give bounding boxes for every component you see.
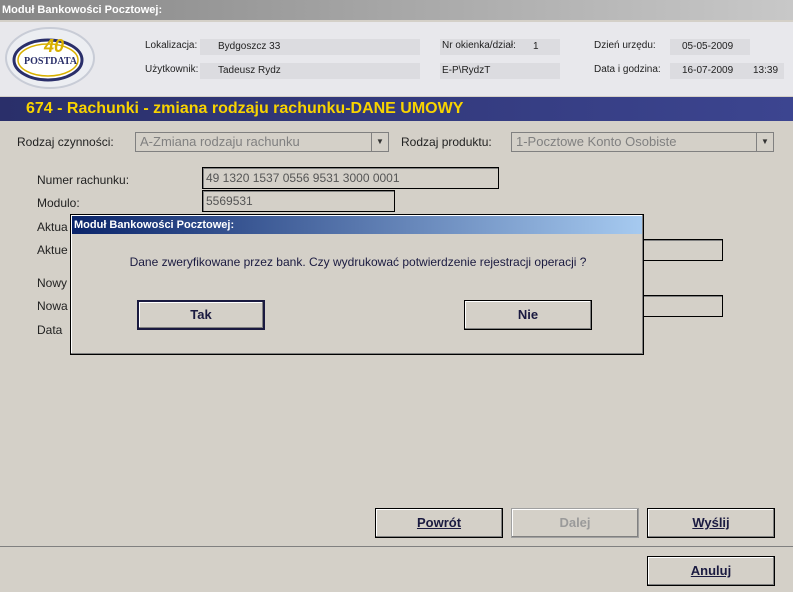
uzytkownik-value: Tadeusz Rydz (218, 65, 281, 76)
logo-number: 40 (44, 36, 65, 56)
nowy-label: Nowy (37, 276, 68, 290)
rodzaj-czynnosci-value: A-Zmiana rodzaju rachunku (140, 134, 300, 149)
dialog-titlebar[interactable]: Moduł Bankowości Pocztowej: (72, 216, 642, 234)
rodzaj-czynnosci-label: Rodzaj czynności: (17, 135, 114, 149)
dzien-value: 05-05-2009 (682, 41, 734, 52)
okienko-label: Nr okienka/dział: (442, 40, 516, 51)
rodzaj-czynnosci-select[interactable]: A-Zmiana rodzaju rachunku ▼ (135, 132, 389, 152)
footer-separator (0, 546, 793, 547)
section-title: 674 - Rachunki - zmiana rodzaju rachunku… (0, 97, 793, 121)
tak-button[interactable]: Tak (137, 300, 265, 330)
header-info-panel: Lokalizacja: Bydgoszcz 33 Nr okienka/dzi… (130, 30, 790, 84)
data-godzina-label: Data i godzina: (594, 64, 661, 75)
uzytkownik-label: Użytkownik: (145, 64, 199, 75)
rodzaj-produktu-select[interactable]: 1-Pocztowe Konto Osobiste ▼ (511, 132, 774, 152)
app-header: 40 POSTDATA Lokalizacja: Bydgoszcz 33 Nr… (0, 22, 793, 96)
dzien-label: Dzień urzędu: (594, 40, 656, 51)
rodzaj-produktu-value: 1-Pocztowe Konto Osobiste (516, 134, 677, 149)
powrot-button[interactable]: Powrót (375, 508, 503, 538)
dalej-button[interactable]: Dalej (511, 508, 639, 538)
wyslij-label: Wyślij (692, 515, 730, 530)
data-label: Data (37, 323, 63, 337)
okienko-value: 1 (533, 41, 539, 52)
rodzaj-produktu-label: Rodzaj produktu: (401, 135, 492, 149)
aktualny-rodzaj-label: Aktua (37, 220, 68, 234)
nie-button[interactable]: Nie (464, 300, 592, 330)
numer-rachunku-field[interactable]: 49 1320 1537 0556 9531 3000 0001 (202, 167, 499, 189)
postdata-logo: 40 POSTDATA (4, 26, 100, 90)
login-value: E-P\RydzT (442, 65, 491, 76)
chevron-down-icon[interactable]: ▼ (371, 133, 388, 151)
anuluj-button[interactable]: Anuluj (647, 556, 775, 586)
data-value: 16-07-2009 (682, 65, 734, 76)
chevron-down-icon[interactable]: ▼ (756, 133, 773, 151)
dialog-message: Dane zweryfikowane przez bank. Czy wydru… (129, 255, 587, 269)
powrot-label: Powrót (416, 515, 462, 530)
dalej-label: Dalej (559, 515, 591, 530)
aktualny-produkt-label: Aktue (37, 243, 68, 257)
wyslij-button[interactable]: Wyślij (647, 508, 775, 538)
modulo-label: Modulo: (37, 196, 80, 210)
godzina-value: 13:39 (753, 65, 779, 76)
nowa-label: Nowa (37, 299, 68, 313)
logo-text: POSTDATA (24, 56, 77, 67)
anuluj-label: Anuluj (690, 563, 732, 578)
lokalizacja-value: Bydgoszcz 33 (218, 41, 281, 52)
lokalizacja-label: Lokalizacja: (145, 40, 198, 51)
modulo-field[interactable]: 5569531 (202, 190, 395, 212)
numer-rachunku-label: Numer rachunku: (37, 173, 130, 187)
confirm-dialog: Moduł Bankowości Pocztowej: Dane zweryfi… (70, 214, 644, 355)
window-titlebar[interactable]: Moduł Bankowości Pocztowej: (0, 0, 793, 20)
